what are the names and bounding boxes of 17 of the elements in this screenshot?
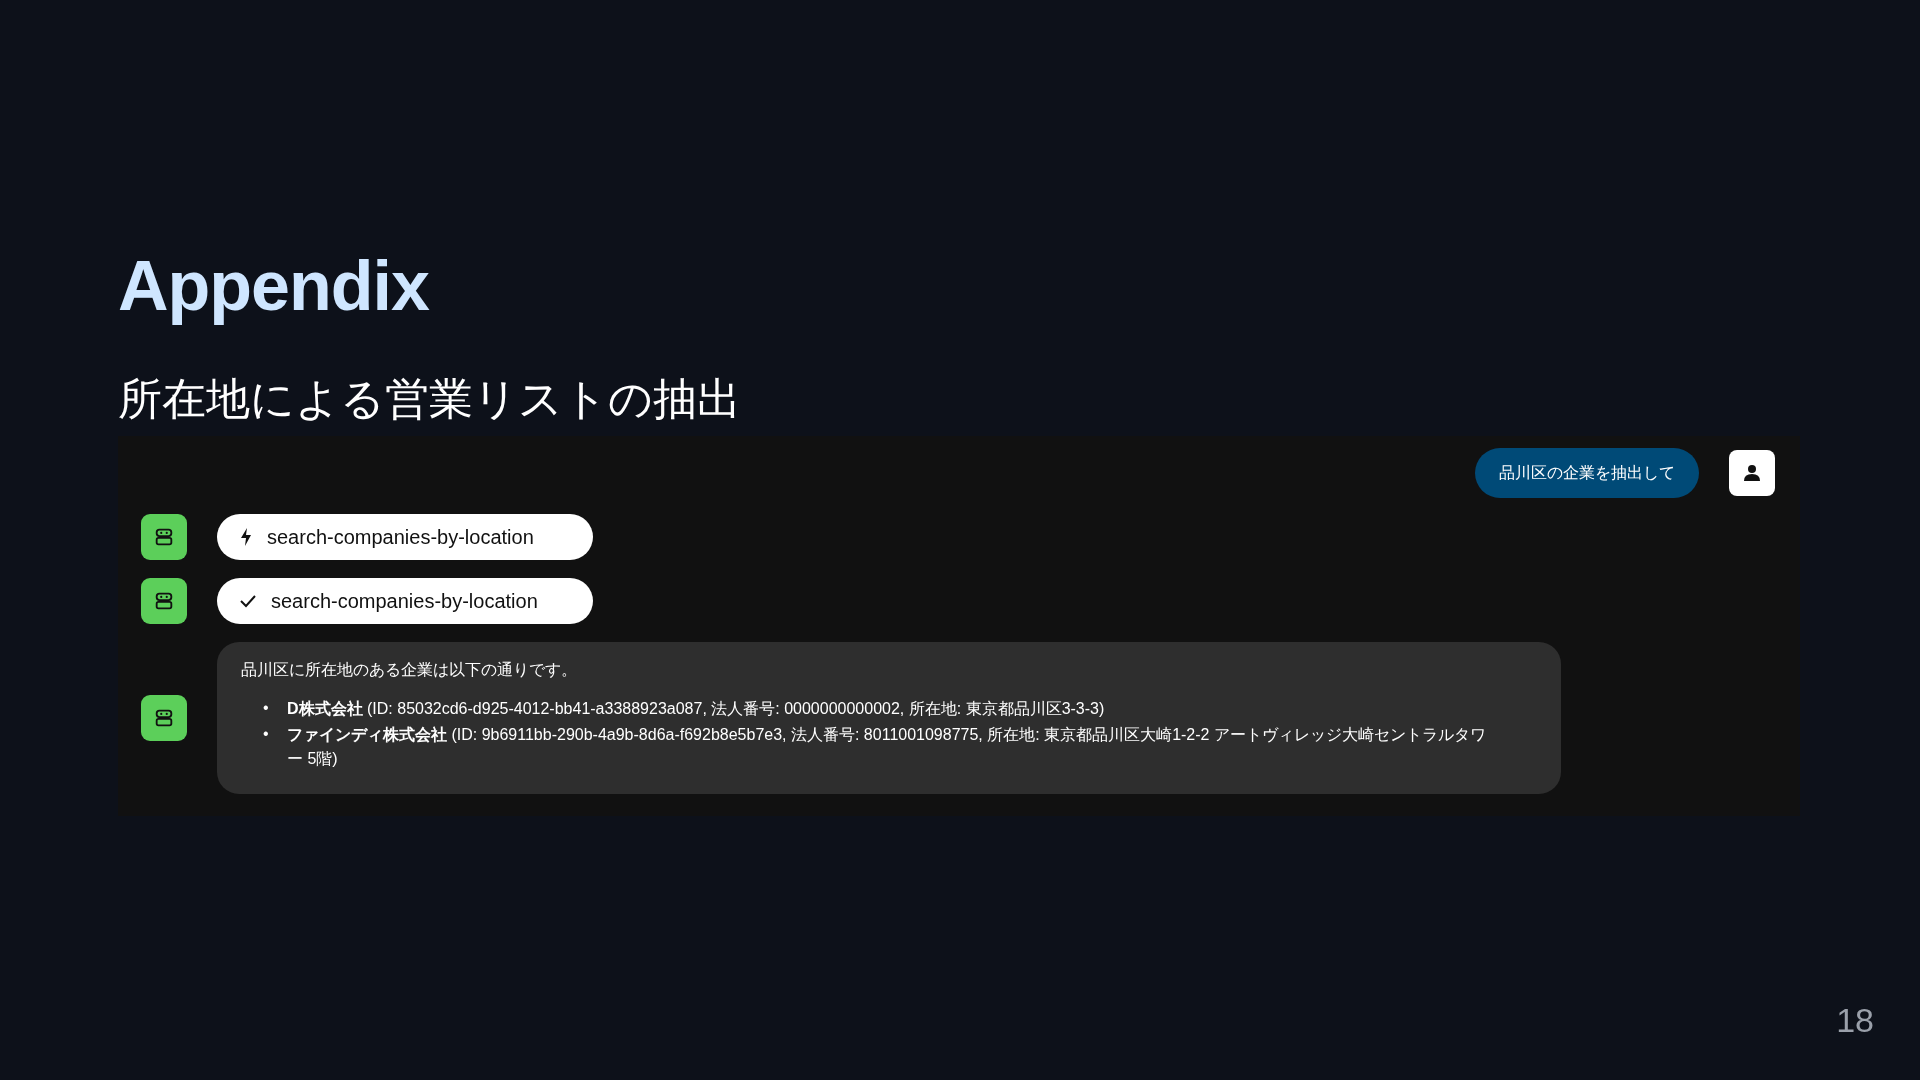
page-number: 18 [1836,1001,1874,1040]
tool-name: search-companies-by-location [271,589,538,613]
bullet: • [263,724,270,744]
list-item: D株式会社 (ID: 85032cd6-d925-4012-bb41-a3388923a087, 法人番号: 0000000000002, 所在地: 東京都品川区3-3-3) [287,699,1106,719]
robot-icon [153,526,175,548]
robot-icon [153,590,175,612]
list-item: ファインディ株式会社 (ID: 9b6911bb-290b-4a9b-8d6a-f692b8e5b7e3, 法人番号: 8011001098775, 所在地: 東京都品川区大崎1-2-2 アートヴィレッジ大崎セントラルタワー 5階) [287,725,1487,769]
slide-title: Appendix [118,246,430,327]
robot-icon [153,707,175,729]
tool-call-chip[interactable]: search-companies-by-location [217,514,593,560]
tool-name: search-companies-by-location [267,525,534,549]
user-message: 品川区の企業を抽出して [1475,448,1699,498]
tool-call-chip[interactable]: search-companies-by-location [217,578,593,624]
slide-subtitle: 所在地による営業リストの抽出 [118,372,742,426]
message-text: 品川区に所在地のある企業は以下の通りです。 [241,660,578,680]
person-icon [1742,463,1762,483]
bullet: • [263,698,270,718]
